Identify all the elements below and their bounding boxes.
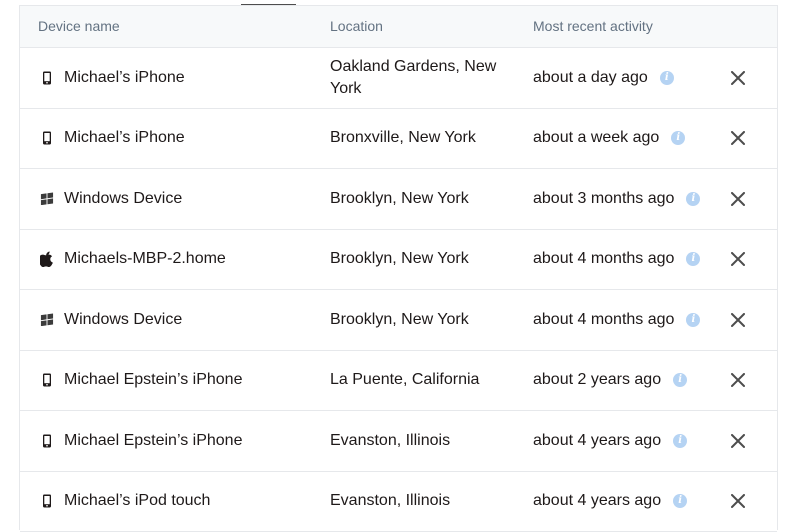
- table-row: Michael’s iPhone Oakland Gardens, New Yo…: [20, 48, 777, 109]
- activity-text: about 4 months ago: [533, 311, 674, 329]
- activity-text: about a day ago: [533, 69, 648, 87]
- device-name: Michael Epstein’s iPhone: [64, 432, 242, 450]
- device-location: Evanston, Illinois: [330, 430, 515, 452]
- device-activity: about a day ago i: [533, 69, 674, 87]
- table-header: Device name Location Most recent activit…: [20, 6, 777, 48]
- close-icon: [731, 252, 745, 266]
- device-activity: about 4 months ago i: [533, 250, 700, 268]
- remove-device-button[interactable]: [729, 250, 747, 268]
- close-icon: [731, 494, 745, 508]
- table-row: Michael’s iPhone Bronxville, New York ab…: [20, 109, 777, 170]
- windows-logo-icon: [40, 191, 54, 207]
- column-header-activity: Most recent activity: [533, 18, 653, 34]
- mobile-phone-icon: [40, 130, 54, 146]
- activity-text: about a week ago: [533, 129, 659, 147]
- device-activity: about 4 years ago i: [533, 492, 687, 510]
- activity-text: about 4 years ago: [533, 432, 661, 450]
- device-activity: about 4 months ago i: [533, 311, 700, 329]
- remove-device-button[interactable]: [729, 69, 747, 87]
- mobile-phone-icon: [40, 433, 54, 449]
- device-activity: about 4 years ago i: [533, 432, 687, 450]
- mobile-phone-icon: [40, 70, 54, 86]
- device-name: Michael’s iPhone: [64, 129, 185, 147]
- close-icon: [731, 313, 745, 327]
- device-name: Windows Device: [64, 190, 182, 208]
- device-name: Michael Epstein’s iPhone: [64, 371, 242, 389]
- device-location: Brooklyn, New York: [330, 309, 515, 331]
- device-location: Evanston, Illinois: [330, 490, 515, 512]
- mobile-phone-icon: [40, 493, 54, 509]
- info-icon[interactable]: i: [673, 434, 687, 448]
- device-name: Michael’s iPod touch: [64, 492, 210, 510]
- device-location: Oakland Gardens, New York: [330, 56, 515, 100]
- column-header-location: Location: [330, 18, 383, 34]
- device-activity: about 2 years ago i: [533, 371, 687, 389]
- device-activity: about a week ago i: [533, 129, 685, 147]
- device-location: Brooklyn, New York: [330, 248, 515, 270]
- apple-logo-icon: [40, 251, 54, 267]
- info-icon[interactable]: i: [660, 71, 674, 85]
- device-activity: about 3 months ago i: [533, 190, 700, 208]
- remove-device-button[interactable]: [729, 129, 747, 147]
- mobile-phone-icon: [40, 372, 54, 388]
- device-location: Brooklyn, New York: [330, 188, 515, 210]
- remove-device-button[interactable]: [729, 311, 747, 329]
- close-icon: [731, 434, 745, 448]
- table-row: Windows Device Brooklyn, New York about …: [20, 169, 777, 230]
- table-row: Michael Epstein’s iPhone La Puente, Cali…: [20, 351, 777, 412]
- remove-device-button[interactable]: [729, 371, 747, 389]
- info-icon[interactable]: i: [686, 252, 700, 266]
- activity-text: about 2 years ago: [533, 371, 661, 389]
- activity-text: about 3 months ago: [533, 190, 674, 208]
- info-icon[interactable]: i: [673, 373, 687, 387]
- remove-device-button[interactable]: [729, 190, 747, 208]
- table-row: Michaels-MBP-2.home Brooklyn, New York a…: [20, 230, 777, 291]
- device-location: La Puente, California: [330, 369, 515, 391]
- remove-device-button[interactable]: [729, 492, 747, 510]
- info-icon[interactable]: i: [673, 494, 687, 508]
- column-header-device-name: Device name: [38, 18, 120, 34]
- info-icon[interactable]: i: [686, 313, 700, 327]
- device-name: Windows Device: [64, 311, 182, 329]
- table-row: Michael Epstein’s iPhone Evanston, Illin…: [20, 411, 777, 472]
- table-row: Michael’s iPod touch Evanston, Illinois …: [20, 472, 777, 532]
- info-icon[interactable]: i: [686, 192, 700, 206]
- table-row: Windows Device Brooklyn, New York about …: [20, 290, 777, 351]
- close-icon: [731, 71, 745, 85]
- device-location: Bronxville, New York: [330, 127, 515, 149]
- device-name: Michaels-MBP-2.home: [64, 250, 226, 268]
- devices-table: Device name Location Most recent activit…: [19, 5, 778, 530]
- close-icon: [731, 373, 745, 387]
- remove-device-button[interactable]: [729, 432, 747, 450]
- info-icon[interactable]: i: [671, 131, 685, 145]
- device-name: Michael’s iPhone: [64, 69, 185, 87]
- activity-text: about 4 months ago: [533, 250, 674, 268]
- windows-logo-icon: [40, 312, 54, 328]
- activity-text: about 4 years ago: [533, 492, 661, 510]
- close-icon: [731, 131, 745, 145]
- close-icon: [731, 192, 745, 206]
